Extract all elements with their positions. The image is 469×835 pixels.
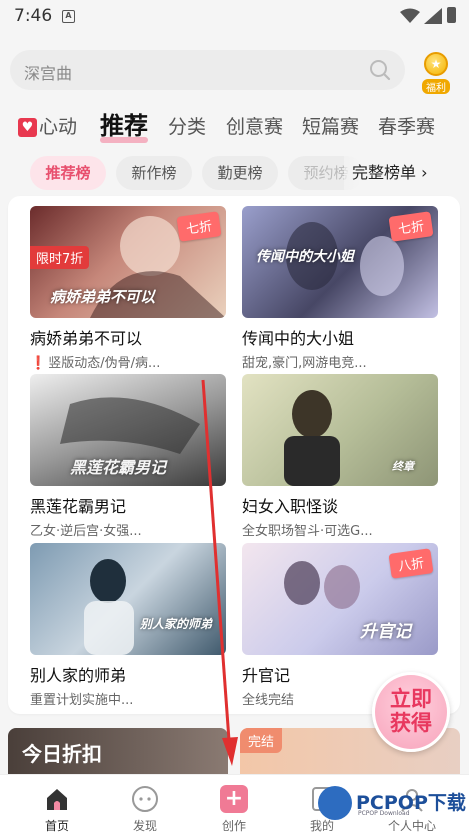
- book-title: 别人家的师弟: [30, 666, 127, 685]
- watermark-icon: [318, 786, 352, 820]
- book-cover: 限时7折 病娇弟弟不可以 七折: [30, 206, 226, 318]
- today-sale-banner[interactable]: 今日折扣: [8, 728, 228, 774]
- warning-icon: ❗: [30, 356, 47, 371]
- book-card[interactable]: 黑莲花霸男记 黑莲花霸男记 乙女·逆后宫·女强...: [30, 374, 226, 539]
- book-cover: 黑莲花霸男记: [30, 374, 226, 486]
- search-bar[interactable]: 深宫曲: [10, 50, 405, 90]
- chip-update-rank[interactable]: 勤更榜: [202, 156, 278, 190]
- tab-recommend[interactable]: 推荐: [100, 106, 148, 143]
- book-title: 传闻中的大小姐: [242, 329, 355, 348]
- watermark-subtext: PCPOP Download: [358, 810, 410, 817]
- tab-short-contest[interactable]: 短篇赛: [302, 112, 359, 139]
- coin-icon: ★: [424, 52, 448, 76]
- category-tabs: ♥ 心动 推荐 分类 创意赛 短篇赛 春季赛: [0, 104, 469, 144]
- plus-icon: +: [220, 785, 248, 813]
- cover-title: 黑莲花霸男记: [70, 458, 167, 477]
- cover-title: 升官记: [360, 622, 411, 642]
- book-tags: ❗ 竖版动态/伪骨/病...: [30, 356, 161, 371]
- cover-title: 传闻中的大小姐: [256, 249, 354, 265]
- nav-create[interactable]: + 创作: [194, 775, 274, 835]
- rank-chips: 推荐榜 新作榜 勤更榜 预约榜 完整榜单 ›: [0, 156, 469, 192]
- promo-tag: 限时7折: [30, 246, 90, 269]
- nav-discover[interactable]: 发现: [105, 775, 185, 835]
- cover-title: 病娇弟弟不可以: [50, 288, 156, 306]
- book-tags: 乙女·逆后宫·女强...: [30, 524, 142, 539]
- today-sale-label: 今日折扣: [22, 742, 102, 766]
- book-cover: 别人家的师弟: [30, 543, 226, 655]
- signal-icon: [424, 8, 442, 24]
- book-cover: 传闻中的大小姐 七折: [242, 206, 438, 318]
- cover-art: [84, 559, 134, 655]
- battery-icon: [447, 7, 456, 23]
- heart-icon: ♥: [18, 118, 37, 137]
- book-tags: 重置计划实施中...: [30, 693, 134, 708]
- book-card[interactable]: 别人家的师弟 别人家的师弟 重置计划实施中...: [30, 543, 226, 708]
- home-icon: [47, 789, 67, 810]
- book-cover: 升官记 八折: [242, 543, 438, 655]
- status-bar: 7:46 A: [0, 0, 469, 34]
- welfare-button[interactable]: ★ 福利: [418, 52, 454, 94]
- book-title: 黑莲花霸男记: [30, 497, 127, 516]
- book-tags: 全女职场智斗·可选G...: [242, 524, 373, 539]
- chip-recommend-rank[interactable]: 推荐榜: [30, 156, 106, 190]
- cover-title: 终章: [392, 460, 414, 473]
- book-title: 妇女入职怪谈: [242, 497, 339, 516]
- claim-now-button[interactable]: 立即 获得: [372, 672, 450, 752]
- cover-title: 别人家的师弟: [140, 617, 213, 631]
- tab-category[interactable]: 分类: [168, 112, 206, 139]
- watermark-logo: PCPOP下载 PCPOP Download: [318, 784, 468, 824]
- book-card[interactable]: 限时7折 病娇弟弟不可以 七折 病娇弟弟不可以 ❗ 竖版动态/伪骨/病...: [30, 206, 226, 371]
- nav-home[interactable]: 首页: [17, 775, 97, 835]
- finished-label: 完结: [240, 728, 283, 753]
- welfare-label: 福利: [422, 79, 450, 94]
- chip-new-rank[interactable]: 新作榜: [116, 156, 192, 190]
- book-title: 病娇弟弟不可以: [30, 329, 143, 348]
- tab-heartbeat[interactable]: ♥ 心动: [18, 112, 77, 139]
- discover-icon: [132, 786, 158, 812]
- search-icon[interactable]: [369, 59, 391, 81]
- full-rank-link[interactable]: 完整榜单 ›: [344, 156, 428, 190]
- book-grid: 限时7折 病娇弟弟不可以 七折 病娇弟弟不可以 ❗ 竖版动态/伪骨/病... 传闻…: [8, 196, 460, 714]
- search-placeholder: 深宫曲: [24, 64, 73, 83]
- notification-icon: A: [62, 10, 75, 23]
- clock: 7:46: [14, 6, 53, 26]
- tab-spring-contest[interactable]: 春季赛: [378, 112, 435, 139]
- tab-creative-contest[interactable]: 创意赛: [226, 112, 283, 139]
- book-card[interactable]: 传闻中的大小姐 七折 传闻中的大小姐 甜宠,豪门,网游电竞...: [242, 206, 438, 371]
- book-tags: 甜宠,豪门,网游电竞...: [242, 356, 367, 371]
- book-cover: 终章: [242, 374, 438, 486]
- wifi-icon: [400, 8, 420, 23]
- book-card[interactable]: 终章 妇女入职怪谈 全女职场智斗·可选G...: [242, 374, 438, 539]
